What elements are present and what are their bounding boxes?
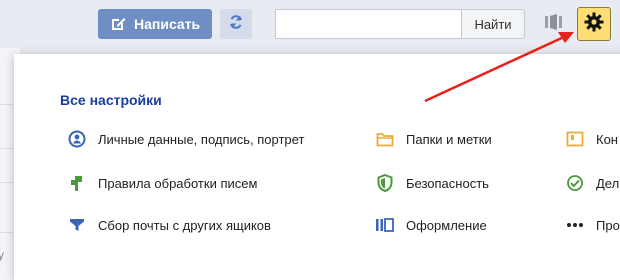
settings-item-tasks[interactable]: Дел <box>564 172 619 194</box>
settings-item-label: Личные данные, подпись, портрет <box>98 131 305 147</box>
settings-item-label: Кон <box>596 131 618 147</box>
layout-icon <box>544 13 564 36</box>
settings-item-personal[interactable]: Личные данные, подпись, портрет <box>66 128 304 150</box>
settings-item-label: Безопасность <box>406 175 489 191</box>
gear-icon <box>584 12 604 37</box>
settings-item-label: Сбор почты с других ящиков <box>98 217 271 233</box>
settings-item-label: Про <box>596 217 620 233</box>
search-input[interactable] <box>275 9 461 39</box>
settings-item-folders[interactable]: Папки и метки <box>374 128 492 150</box>
contacts-icon <box>564 128 586 150</box>
theme-icon <box>374 214 396 236</box>
refresh-button[interactable] <box>220 9 252 39</box>
layout-toggle-button[interactable] <box>542 12 566 36</box>
folder-icon <box>374 128 396 150</box>
settings-item-label: Правила обработки писем <box>98 175 258 191</box>
settings-item-label: Папки и метки <box>406 131 492 147</box>
settings-item-collector[interactable]: Сбор почты с других ящиков <box>66 214 271 236</box>
rules-icon <box>66 172 88 194</box>
top-toolbar: Написать Найти <box>0 0 620 48</box>
settings-item-other[interactable]: Про <box>564 214 620 236</box>
refresh-icon <box>228 14 244 35</box>
user-circle-icon <box>66 128 88 150</box>
settings-item-themes[interactable]: Оформление <box>374 214 487 236</box>
compose-icon <box>110 16 126 32</box>
background-partial-text: у <box>0 248 4 262</box>
all-settings-link[interactable]: Все настройки <box>60 92 162 108</box>
settings-item-label: Оформление <box>406 217 487 233</box>
compose-label: Написать <box>134 16 201 32</box>
settings-item-rules[interactable]: Правила обработки писем <box>66 172 257 194</box>
settings-item-contacts[interactable]: Кон <box>564 128 618 150</box>
compose-button[interactable]: Написать <box>98 9 212 39</box>
settings-dropdown-panel: Все настройки Личные данные, подпись, по… <box>14 54 620 280</box>
search-button[interactable]: Найти <box>461 9 525 39</box>
funnel-icon <box>66 214 88 236</box>
more-icon <box>564 214 586 236</box>
settings-item-label: Дел <box>596 175 620 191</box>
settings-gear-button[interactable] <box>577 7 611 41</box>
check-circle-icon <box>564 172 586 194</box>
shield-icon <box>374 172 396 194</box>
settings-item-security[interactable]: Безопасность <box>374 172 489 194</box>
